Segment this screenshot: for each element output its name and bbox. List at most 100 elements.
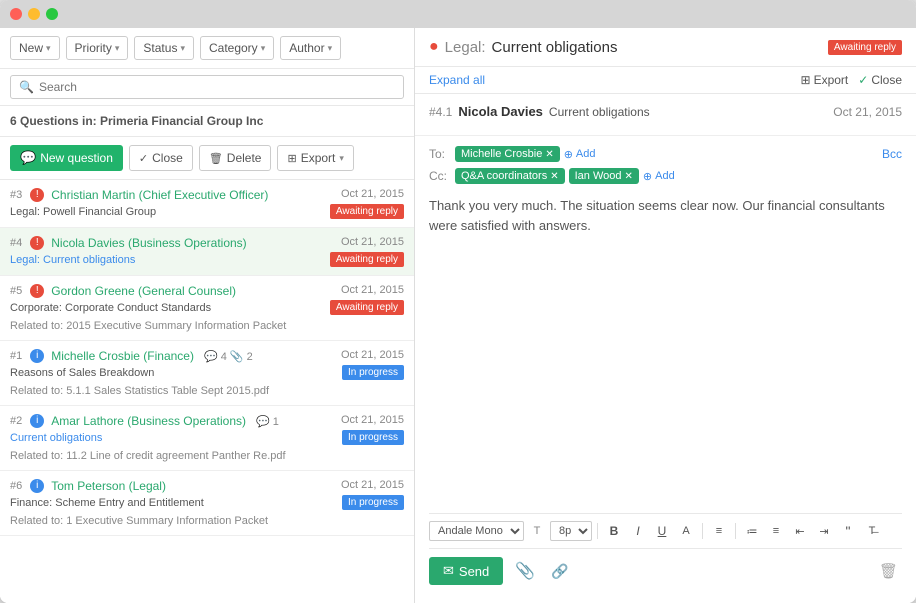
maximize-button[interactable] <box>46 8 58 20</box>
right-title: ● Legal: Current obligations <box>429 38 617 56</box>
cc-tag-coordinators: Q&A coordinators ✕ <box>455 168 565 184</box>
link-button[interactable]: 🔗 <box>547 559 572 584</box>
priority-chevron-icon: ▾ <box>115 43 120 54</box>
search-icon: 🔍 <box>19 80 34 94</box>
status-chevron-icon: ▾ <box>180 43 185 54</box>
compose-area: To: Michelle Crosbie ✕ ⊕ Add Bcc <box>415 136 916 603</box>
status-icon-blue: i <box>30 414 44 428</box>
plus-cc-icon: ⊕ <box>643 170 652 183</box>
send-button[interactable]: ✉ Send <box>429 557 503 585</box>
cc-tag-ianwood: Ian Wood ✕ <box>569 168 639 184</box>
font-size-select[interactable]: 8px <box>550 521 592 541</box>
message-thread: #4.1 Nicola Davies Current obligations O… <box>415 94 916 136</box>
q3-number: #3 <box>10 189 22 201</box>
bcc-button[interactable]: Bcc <box>882 147 902 161</box>
status-filter-button[interactable]: Status ▾ <box>134 36 194 60</box>
status-icon-red: ! <box>30 188 44 202</box>
font-family-select[interactable]: Andale Mono <box>429 521 524 541</box>
remove-ianwood-button[interactable]: ✕ <box>625 171 633 182</box>
author-filter-button[interactable]: Author ▾ <box>280 36 341 60</box>
minimize-button[interactable] <box>28 8 40 20</box>
app-window: New ▾ Priority ▾ Status ▾ Category ▾ Aut… <box>0 0 916 603</box>
right-header: ● Legal: Current obligations Awaiting re… <box>415 28 916 67</box>
underline-button[interactable]: U <box>651 520 673 542</box>
list-header: 6 Questions in: Primeria Financial Group… <box>0 106 414 137</box>
priority-filter-button[interactable]: Priority ▾ <box>66 36 129 60</box>
alert-icon: ● <box>429 38 439 56</box>
export-icon: ⊞ <box>287 152 296 165</box>
italic-button[interactable]: I <box>627 520 649 542</box>
new-filter-button[interactable]: New ▾ <box>10 36 60 60</box>
indent-left-button[interactable]: ⇤ <box>789 520 811 542</box>
new-chevron-icon: ▾ <box>46 43 51 54</box>
message-meta: #4.1 Nicola Davies Current obligations O… <box>429 104 902 119</box>
search-input[interactable] <box>39 80 179 94</box>
right-panel: ● Legal: Current obligations Awaiting re… <box>415 28 916 603</box>
search-wrap: 🔍 <box>10 75 404 99</box>
q2-number: #2 <box>10 415 22 427</box>
delete-button[interactable]: 🗑 Delete <box>199 145 272 171</box>
list-item[interactable]: #1 i Michelle Crosbie (Finance) 💬 4 📎 2 … <box>0 341 414 406</box>
titlebar <box>0 0 916 28</box>
separator-1 <box>597 523 598 539</box>
font-color-button[interactable]: A <box>675 520 697 542</box>
right-actions: ⊞ Export ✓ Close <box>801 73 903 87</box>
blockquote-button[interactable]: " <box>837 520 859 542</box>
search-bar: 🔍 <box>0 69 414 106</box>
list-item[interactable]: #3 ! Christian Martin (Chief Executive O… <box>0 180 414 228</box>
clearformat-button[interactable]: T̶ <box>861 520 883 542</box>
close-action-button[interactable]: ✓ Close <box>129 145 193 171</box>
chat-icon: 💬 <box>20 150 36 166</box>
category-filter-button[interactable]: Category ▾ <box>200 36 274 60</box>
cc-field: Cc: Q&A coordinators ✕ Ian Wood ✕ ⊕ Add <box>429 168 902 184</box>
ordered-list-button[interactable]: ≔ <box>741 520 763 542</box>
new-question-button[interactable]: 💬 New question <box>10 145 123 171</box>
add-to-button[interactable]: ⊕ Add <box>564 148 596 161</box>
grid-icon: ⊞ <box>801 73 811 87</box>
send-bar: ✉ Send 📎 🔗 🗑 <box>429 549 902 593</box>
check-green-icon: ✓ <box>858 73 868 87</box>
format-toolbar: Andale Mono T 8px B I U A ≡ ≔ ≡ <box>429 513 902 549</box>
expand-all-button[interactable]: Expand all <box>429 73 485 87</box>
font-size-icon: T <box>526 520 548 542</box>
bold-button[interactable]: B <box>603 520 625 542</box>
remove-michelle-button[interactable]: ✕ <box>545 149 553 160</box>
export-button[interactable]: ⊞ Export ▾ <box>277 145 353 171</box>
list-item[interactable]: #4 ! Nicola Davies (Business Operations)… <box>0 228 414 276</box>
export-chevron-icon: ▾ <box>339 153 344 164</box>
indent-right-button[interactable]: ⇥ <box>813 520 835 542</box>
remove-coordinators-button[interactable]: ✕ <box>550 171 558 182</box>
status-icon-red: ! <box>30 284 44 298</box>
category-chevron-icon: ▾ <box>261 43 266 54</box>
filter-toolbar: New ▾ Priority ▾ Status ▾ Category ▾ Aut… <box>0 28 414 69</box>
discard-button[interactable]: 🗑 <box>875 558 902 584</box>
q6-number: #6 <box>10 480 22 492</box>
status-icon-blue: i <box>30 479 44 493</box>
awaiting-reply-badge: Awaiting reply <box>828 40 902 55</box>
separator-2 <box>702 523 703 539</box>
to-field: To: Michelle Crosbie ✕ ⊕ Add Bcc <box>429 146 902 162</box>
list-item[interactable]: #6 i Tom Peterson (Legal) Oct 21, 2015 F… <box>0 471 414 536</box>
list-item[interactable]: #5 ! Gordon Greene (General Counsel) Oct… <box>0 276 414 341</box>
compose-body[interactable]: Thank you very much. The situation seems… <box>429 190 902 513</box>
attach-button[interactable]: 📎 <box>511 557 539 585</box>
close-button[interactable] <box>10 8 22 20</box>
cc-tags: Q&A coordinators ✕ Ian Wood ✕ ⊕ Add <box>455 168 675 184</box>
q4-number: #4 <box>10 237 22 249</box>
app-body: New ▾ Priority ▾ Status ▾ Category ▾ Aut… <box>0 28 916 603</box>
unordered-list-button[interactable]: ≡ <box>765 520 787 542</box>
action-bar: 💬 New question ✓ Close 🗑 Delete ⊞ Export… <box>0 137 414 180</box>
separator-3 <box>735 523 736 539</box>
close-action-button[interactable]: ✓ Close <box>858 73 902 87</box>
q5-number: #5 <box>10 285 22 297</box>
right-toolbar: Expand all ⊞ Export ✓ Close <box>415 67 916 94</box>
status-icon-red: ! <box>30 236 44 250</box>
add-cc-button[interactable]: ⊕ Add <box>643 170 675 183</box>
export-action-button[interactable]: ⊞ Export <box>801 73 849 87</box>
author-chevron-icon: ▾ <box>328 43 333 54</box>
to-tags: Michelle Crosbie ✕ ⊕ Add <box>455 146 596 162</box>
questions-list: #3 ! Christian Martin (Chief Executive O… <box>0 180 414 603</box>
align-button[interactable]: ≡ <box>708 520 730 542</box>
list-item[interactable]: #2 i Amar Lathore (Business Operations) … <box>0 406 414 471</box>
to-tag-michelle: Michelle Crosbie ✕ <box>455 146 560 162</box>
